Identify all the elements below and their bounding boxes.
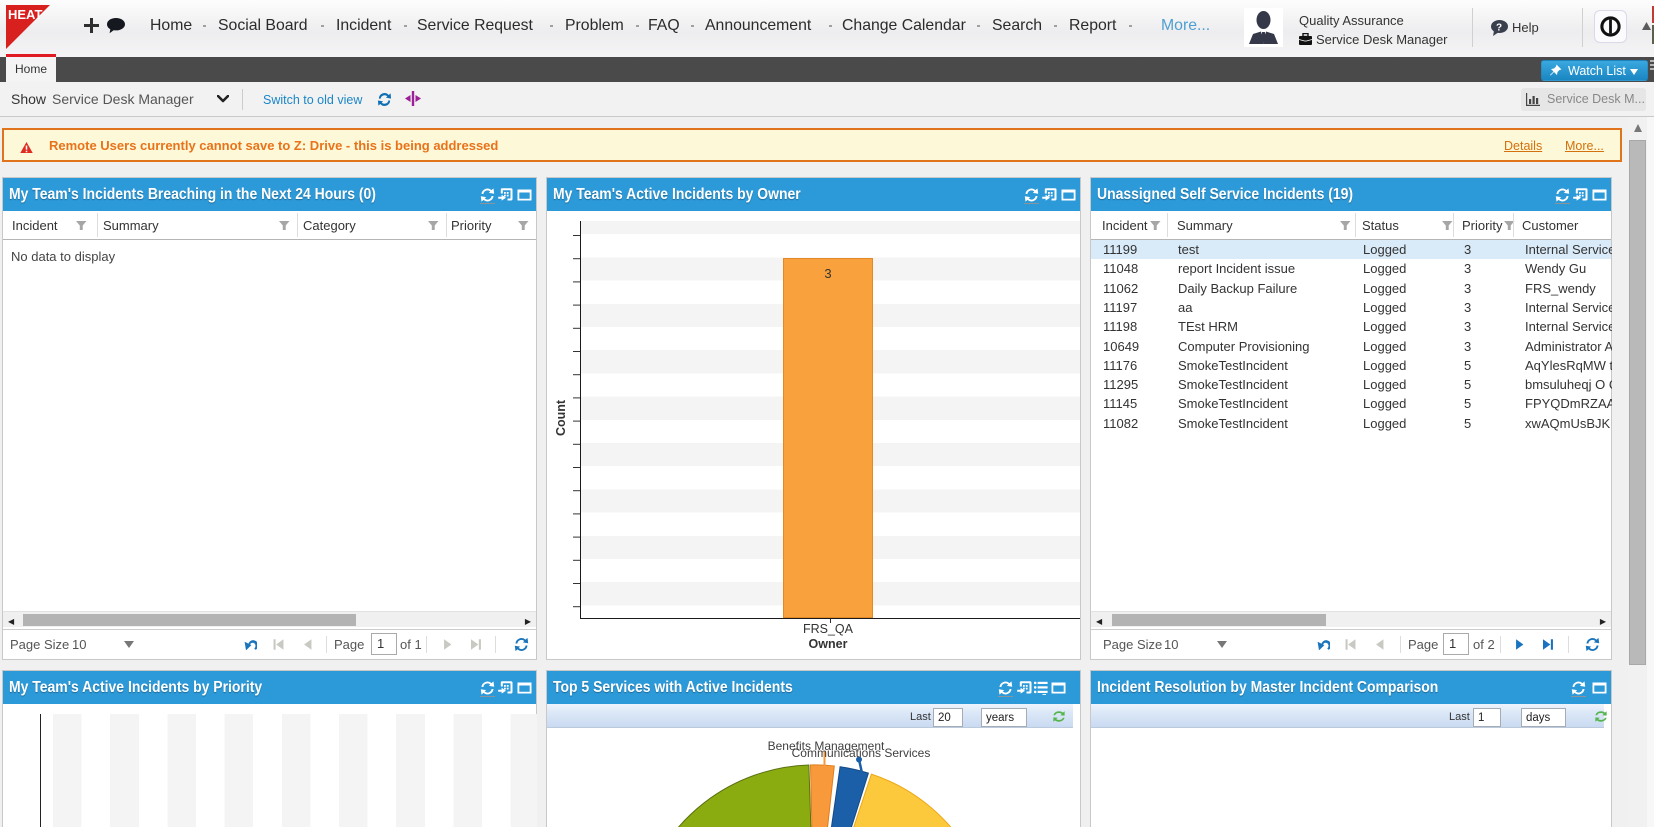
- svg-text:Communications Services: Communications Services: [792, 746, 931, 760]
- svg-text:HEAT: HEAT: [8, 7, 42, 22]
- svg-text:?: ?: [1496, 23, 1502, 34]
